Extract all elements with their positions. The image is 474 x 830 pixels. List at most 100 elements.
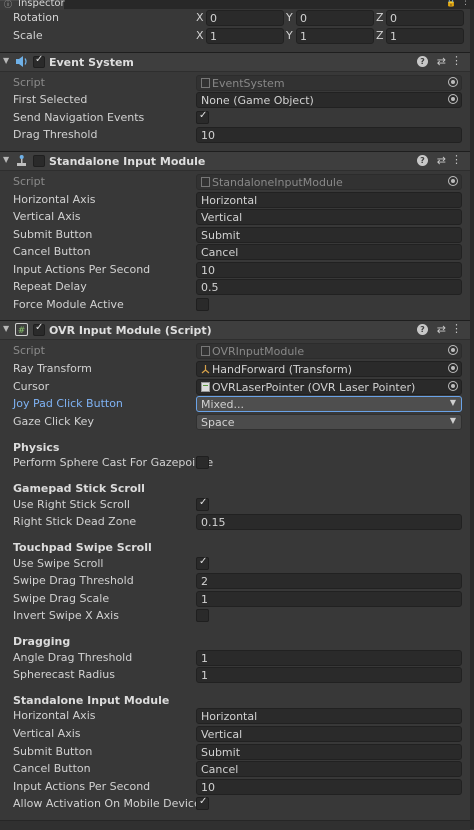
allow-mobile-row: Allow Activation On Mobile Device ✓: [0, 796, 470, 813]
ovr-enabled-checkbox[interactable]: ✓: [33, 322, 45, 336]
cancel-button-value: Cancel: [201, 246, 239, 259]
dead-zone-row: Right Stick Dead Zone 0.15: [0, 514, 470, 531]
ips-input[interactable]: 10: [196, 779, 462, 795]
gaze-click-dropdown[interactable]: Space ▼: [196, 414, 462, 430]
horizontal-axis-input[interactable]: Horizontal: [196, 708, 462, 724]
rotation-label: Rotation: [13, 11, 60, 24]
ovr-script-row: Script OVRInputModule: [0, 343, 470, 360]
svg-text:#: #: [18, 326, 26, 336]
submit-button-input[interactable]: Submit: [196, 744, 462, 760]
scale-x-value[interactable]: 1: [210, 30, 217, 43]
help-icon[interactable]: ?: [417, 324, 428, 335]
script-field: EventSystem: [196, 75, 462, 91]
object-picker-icon[interactable]: [448, 381, 458, 391]
swipe-scale-input[interactable]: 1: [196, 591, 462, 607]
scale-z-value[interactable]: 1: [390, 30, 397, 43]
standalone-header[interactable]: ▼ Standalone Input Module ? ⇄ ⋮: [0, 151, 470, 171]
first-selected-label: First Selected: [13, 93, 88, 106]
scale-y-value[interactable]: 1: [300, 30, 307, 43]
use-right-stick-checkbox[interactable]: ✓: [196, 497, 209, 511]
presets-icon[interactable]: ⇄: [437, 154, 446, 167]
dead-zone-label: Right Stick Dead Zone: [13, 515, 137, 528]
vertical-axis-input[interactable]: Vertical: [196, 726, 462, 742]
use-swipe-checkbox[interactable]: ✓: [196, 556, 209, 570]
gamepad-header-row: Gamepad Stick Scroll: [0, 481, 470, 498]
tab-inspector[interactable]: ⓘ Inspector: [0, 0, 65, 10]
ips-input[interactable]: 10: [196, 262, 462, 278]
swipe-scale-label: Swipe Drag Scale: [13, 592, 110, 605]
standalone-enabled-checkbox[interactable]: [33, 155, 45, 167]
dead-zone-value: 0.15: [201, 516, 226, 529]
axis-x-label: X: [196, 11, 204, 24]
rotation-x-value[interactable]: 0: [210, 12, 217, 25]
cancel-button-label: Cancel Button: [13, 245, 91, 258]
ray-transform-field[interactable]: HandForward (Transform): [196, 361, 462, 377]
submit-button-input[interactable]: Submit: [196, 227, 462, 243]
script-value: OVRInputModule: [212, 345, 305, 358]
spherecast-radius-input[interactable]: 1: [196, 667, 462, 683]
event-system-script-row: Script EventSystem: [0, 75, 470, 92]
repeat-delay-input[interactable]: 0.5: [196, 279, 462, 295]
rotation-z-value[interactable]: 0: [390, 12, 397, 25]
gaze-click-value: Space: [201, 416, 235, 429]
angle-drag-label: Angle Drag Threshold: [13, 651, 133, 664]
physics-header: Physics: [13, 441, 60, 454]
foldout-icon[interactable]: ▼: [3, 155, 9, 164]
joystick-icon: [15, 154, 28, 167]
first-selected-field[interactable]: None (Game Object): [196, 92, 462, 108]
drag-threshold-input[interactable]: 10: [196, 127, 462, 143]
component-menu-icon[interactable]: ⋮: [451, 153, 462, 166]
allow-mobile-checkbox[interactable]: ✓: [196, 796, 209, 810]
gaze-click-row: Gaze Click Key Space ▼: [0, 414, 470, 431]
sphere-cast-checkbox[interactable]: [196, 456, 209, 469]
cursor-field[interactable]: OVRLaserPointer (OVR Laser Pointer): [196, 379, 462, 395]
sphere-cast-row: Perform Sphere Cast For Gazepointe: [0, 455, 470, 472]
vertical-axis-input[interactable]: Vertical: [196, 209, 462, 225]
foldout-icon[interactable]: ▼: [3, 324, 9, 333]
lock-icon[interactable]: 🔒: [446, 0, 456, 7]
cancel-button-input[interactable]: Cancel: [196, 244, 462, 260]
component-menu-icon[interactable]: ⋮: [451, 54, 462, 67]
dead-zone-input[interactable]: 0.15: [196, 514, 462, 530]
help-icon[interactable]: ?: [417, 56, 428, 67]
object-picker-icon[interactable]: [448, 94, 458, 104]
gaze-click-label: Gaze Click Key: [13, 415, 94, 428]
joypad-dropdown[interactable]: Mixed... ▼: [196, 396, 462, 412]
ovr-header[interactable]: ▼ # ✓ OVR Input Module (Script) ? ⇄ ⋮: [0, 320, 470, 340]
object-picker-icon[interactable]: [448, 363, 458, 373]
submit-button-value: Submit: [201, 746, 241, 759]
ray-transform-label: Ray Transform: [13, 362, 92, 375]
rotation-y-value[interactable]: 0: [300, 12, 307, 25]
tab-menu-icon[interactable]: ⋮: [461, 0, 470, 7]
invert-swipe-row: Invert Swipe X Axis: [0, 608, 470, 625]
scrollbar[interactable]: [470, 9, 474, 829]
foldout-icon[interactable]: ▼: [3, 56, 9, 65]
cancel-button-row: Cancel Button Cancel: [0, 244, 470, 261]
event-system-title: Event System: [49, 56, 134, 69]
vertical-axis-row: Vertical Axis Vertical: [0, 209, 470, 226]
standalone-script-row: Script StandaloneInputModule: [0, 174, 470, 191]
ips-label: Input Actions Per Second: [13, 780, 151, 793]
presets-icon[interactable]: ⇄: [437, 323, 446, 336]
ovr-cancel-row: Cancel Button Cancel: [0, 761, 470, 778]
swipe-threshold-input[interactable]: 2: [196, 573, 462, 589]
force-module-checkbox[interactable]: [196, 298, 209, 311]
swipe-scale-value: 1: [201, 593, 208, 606]
drag-threshold-label: Drag Threshold: [13, 128, 98, 141]
cancel-button-label: Cancel Button: [13, 762, 91, 775]
axis-x-label: X: [196, 29, 204, 42]
component-menu-icon[interactable]: ⋮: [451, 322, 462, 335]
axis-z-label: Z: [376, 29, 384, 42]
angle-drag-input[interactable]: 1: [196, 650, 462, 666]
cancel-button-input[interactable]: Cancel: [196, 761, 462, 777]
horizontal-axis-input[interactable]: Horizontal: [196, 192, 462, 208]
help-icon[interactable]: ?: [417, 155, 428, 166]
cursor-row: Cursor OVRLaserPointer (OVR Laser Pointe…: [0, 379, 470, 396]
event-system-enabled-checkbox[interactable]: ✓: [33, 54, 45, 68]
swipe-threshold-row: Swipe Drag Threshold 2: [0, 573, 470, 590]
invert-swipe-checkbox[interactable]: [196, 609, 209, 622]
presets-icon[interactable]: ⇄: [437, 55, 446, 68]
send-nav-checkbox[interactable]: ✓: [196, 110, 209, 124]
event-system-header[interactable]: ▼ ✓ Event System ? ⇄ ⋮: [0, 52, 470, 72]
horizontal-axis-row: Horizontal Axis Horizontal: [0, 192, 470, 209]
